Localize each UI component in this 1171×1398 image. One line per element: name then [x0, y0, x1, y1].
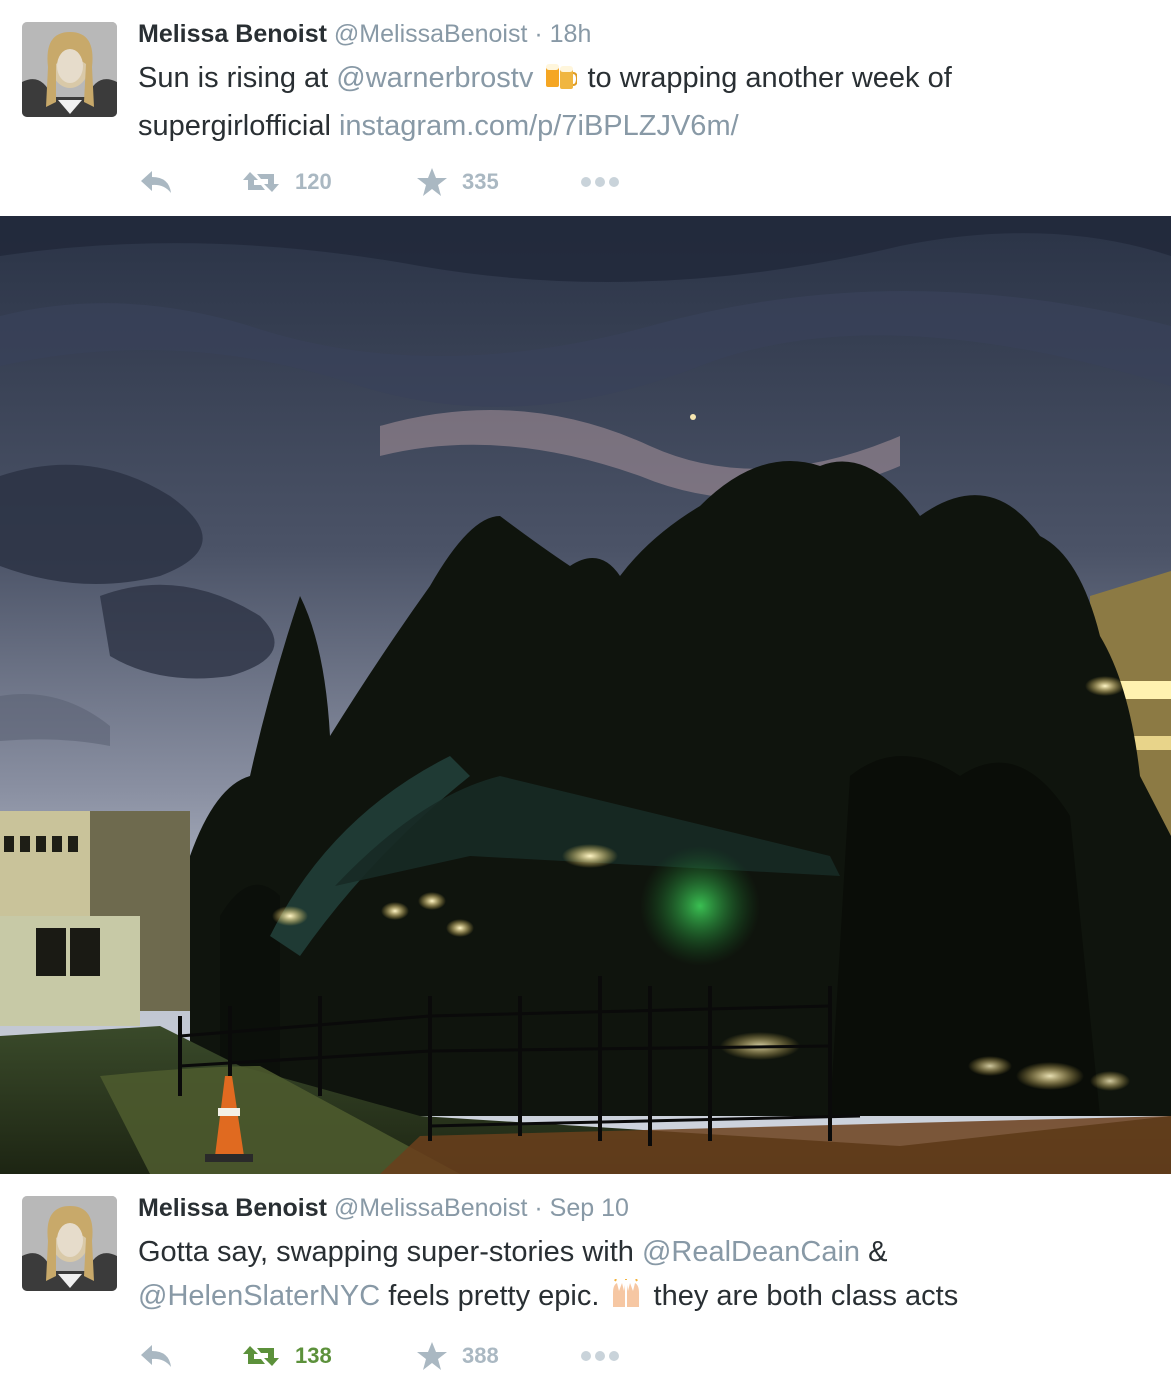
tweet-actions: 120 335: [138, 162, 738, 202]
avatar[interactable]: [22, 22, 117, 117]
retweet-icon: [241, 1342, 281, 1370]
retweet-button[interactable]: 120: [241, 162, 332, 202]
avatar[interactable]: [22, 1196, 117, 1291]
tweet-text-segment: Gotta say, swapping super-stories with: [138, 1236, 642, 1268]
header-separator: ·: [534, 20, 543, 48]
author-handle[interactable]: @MelissaBenoist: [334, 1194, 528, 1222]
mention-link[interactable]: @HelenSlaterNYC: [138, 1280, 380, 1312]
retweet-count: 138: [295, 1343, 332, 1368]
tweet-header: Melissa Benoist @MelissaBenoist · Sep 10: [138, 1192, 629, 1224]
instagram-link[interactable]: instagram.com/p/7iBPLZJV6m/: [339, 110, 739, 142]
more-dots-icon: [579, 175, 621, 189]
raised-hands-emoji-icon: [609, 1278, 643, 1322]
favorite-button[interactable]: 388: [416, 1336, 499, 1376]
favorite-count: 335: [462, 169, 499, 194]
reply-button[interactable]: [138, 162, 174, 202]
timestamp[interactable]: Sep 10: [550, 1194, 629, 1222]
tweet-1: Melissa Benoist @MelissaBenoist · 18h Su…: [0, 0, 1171, 216]
tweet-text-segment: they are both class acts: [645, 1280, 959, 1312]
reply-icon: [138, 168, 174, 196]
timestamp[interactable]: 18h: [550, 20, 592, 48]
tweet-photo[interactable]: [0, 216, 1171, 1174]
tweet-actions: 138 388: [138, 1336, 738, 1376]
reply-button[interactable]: [138, 1336, 174, 1376]
tweet-text-segment: to wrapping another week of: [579, 62, 952, 94]
star-icon: [416, 1341, 448, 1371]
mention-link[interactable]: @RealDeanCain: [642, 1236, 860, 1268]
more-button[interactable]: [579, 162, 621, 202]
more-button[interactable]: [579, 1336, 621, 1376]
favorite-count: 388: [462, 1343, 499, 1368]
tweet-text: Gotta say, swapping super-stories with @…: [138, 1230, 1148, 1322]
header-separator: ·: [534, 1194, 543, 1222]
author-handle[interactable]: @MelissaBenoist: [334, 20, 528, 48]
more-dots-icon: [579, 1349, 621, 1363]
tweet-2: Melissa Benoist @MelissaBenoist · Sep 10…: [0, 1174, 1171, 1398]
tweet-header: Melissa Benoist @MelissaBenoist · 18h: [138, 18, 591, 50]
author-name[interactable]: Melissa Benoist: [138, 1194, 327, 1222]
beer-mugs-emoji-icon: [543, 60, 579, 104]
tweet-text-segment: supergirlofficial: [138, 110, 339, 142]
star-icon: [416, 167, 448, 197]
author-name[interactable]: Melissa Benoist: [138, 20, 327, 48]
tweet-text-segment: Sun is rising at: [138, 62, 337, 94]
reply-icon: [138, 1342, 174, 1370]
retweet-count: 120: [295, 169, 332, 194]
tweet-text-segment: &: [860, 1236, 888, 1268]
retweet-icon: [241, 168, 281, 196]
favorite-button[interactable]: 335: [416, 162, 499, 202]
tweet-text: Sun is rising at @warnerbrostv to wrappi…: [138, 56, 1148, 148]
tweet-text-segment: feels pretty epic.: [380, 1280, 608, 1312]
retweet-button[interactable]: 138: [241, 1336, 332, 1376]
mention-link[interactable]: @warnerbrostv: [336, 62, 533, 94]
